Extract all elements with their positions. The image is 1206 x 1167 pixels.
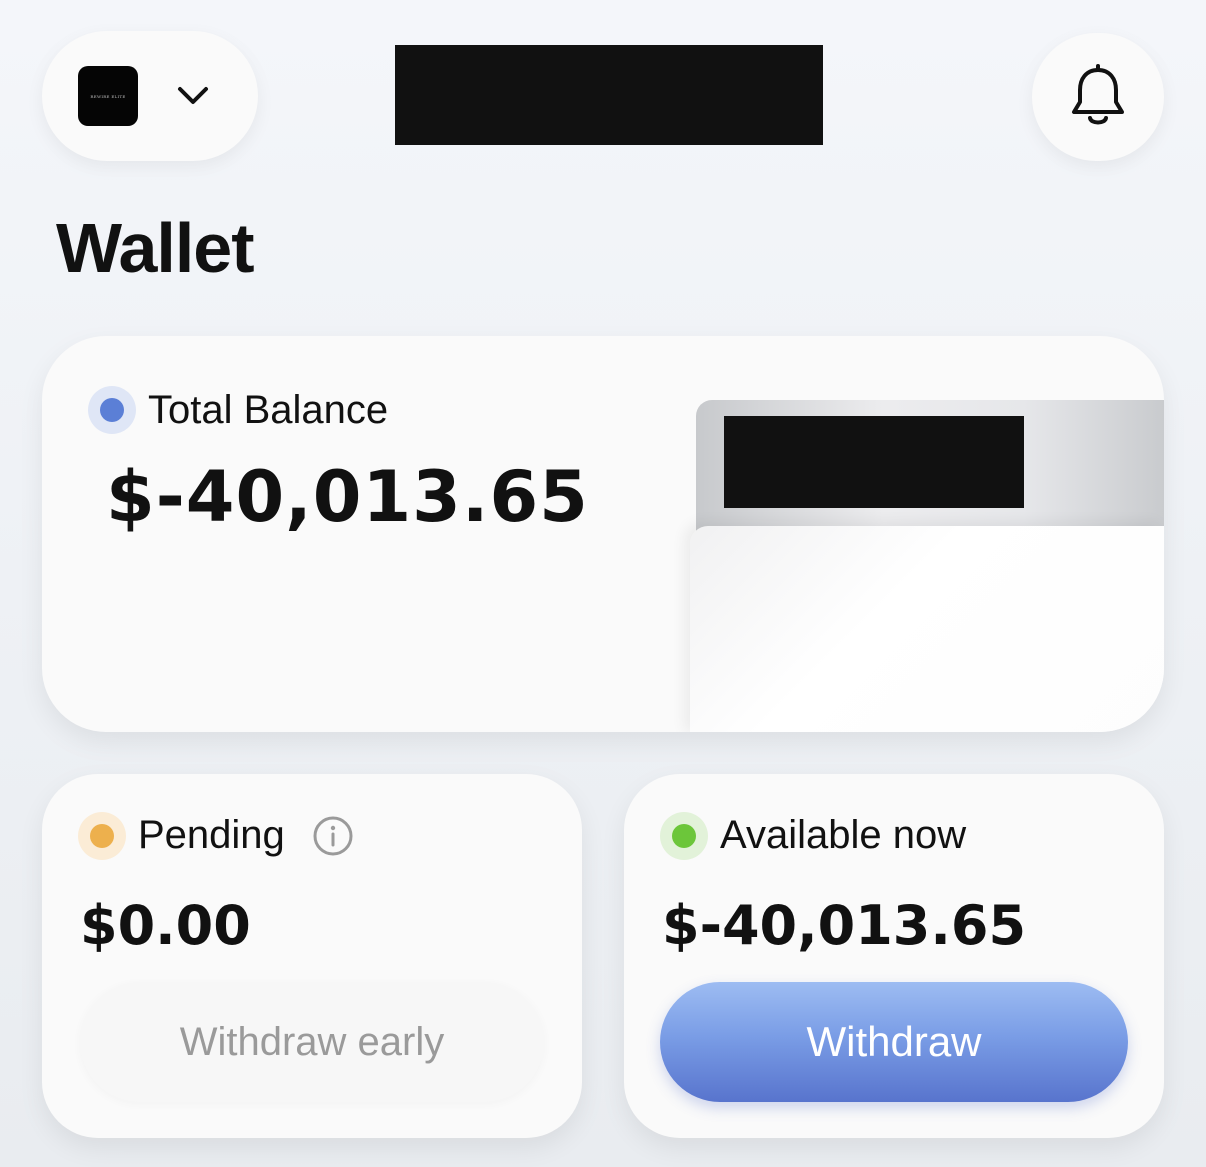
pending-card: Pending $0.00 Withdraw early [42, 774, 582, 1138]
page-title: Wallet [56, 209, 255, 287]
card-front [690, 526, 1164, 732]
total-balance-indicator [88, 386, 136, 434]
available-now-card: Available now $-40,013.65 Withdraw [624, 774, 1164, 1138]
available-label: Available now [720, 813, 967, 857]
total-balance-label: Total Balance [148, 388, 389, 432]
available-dot [672, 824, 696, 848]
business-logo: REWIRE ELITE [78, 66, 138, 126]
notifications-button[interactable] [1032, 33, 1164, 161]
pending-dot [90, 824, 114, 848]
info-icon[interactable] [312, 815, 354, 857]
card-back [696, 400, 1164, 532]
total-balance-amount: $-40,013.65 [106, 456, 589, 538]
redacted-header-block [395, 45, 823, 145]
chevron-down-icon [178, 87, 208, 104]
available-indicator [660, 812, 708, 860]
bell-icon [1072, 64, 1124, 125]
total-balance-card: Total Balance $-40,013.65 [42, 336, 1164, 732]
total-balance-dot [100, 398, 124, 422]
card-illustration [690, 396, 1164, 732]
available-amount: $-40,013.65 [662, 894, 1027, 957]
redacted-card-block [724, 416, 1024, 508]
wallet-screen: REWIRE ELITE Wallet Total Balance $-40,0… [0, 0, 1206, 1167]
pending-indicator [78, 812, 126, 860]
withdraw-button[interactable]: Withdraw [660, 982, 1128, 1102]
pending-label: Pending [138, 813, 285, 857]
account-switcher[interactable]: REWIRE ELITE [42, 31, 258, 161]
withdraw-early-button[interactable]: Withdraw early [80, 982, 544, 1102]
logo-text: REWIRE ELITE [90, 93, 126, 99]
pending-amount: $0.00 [80, 894, 251, 957]
